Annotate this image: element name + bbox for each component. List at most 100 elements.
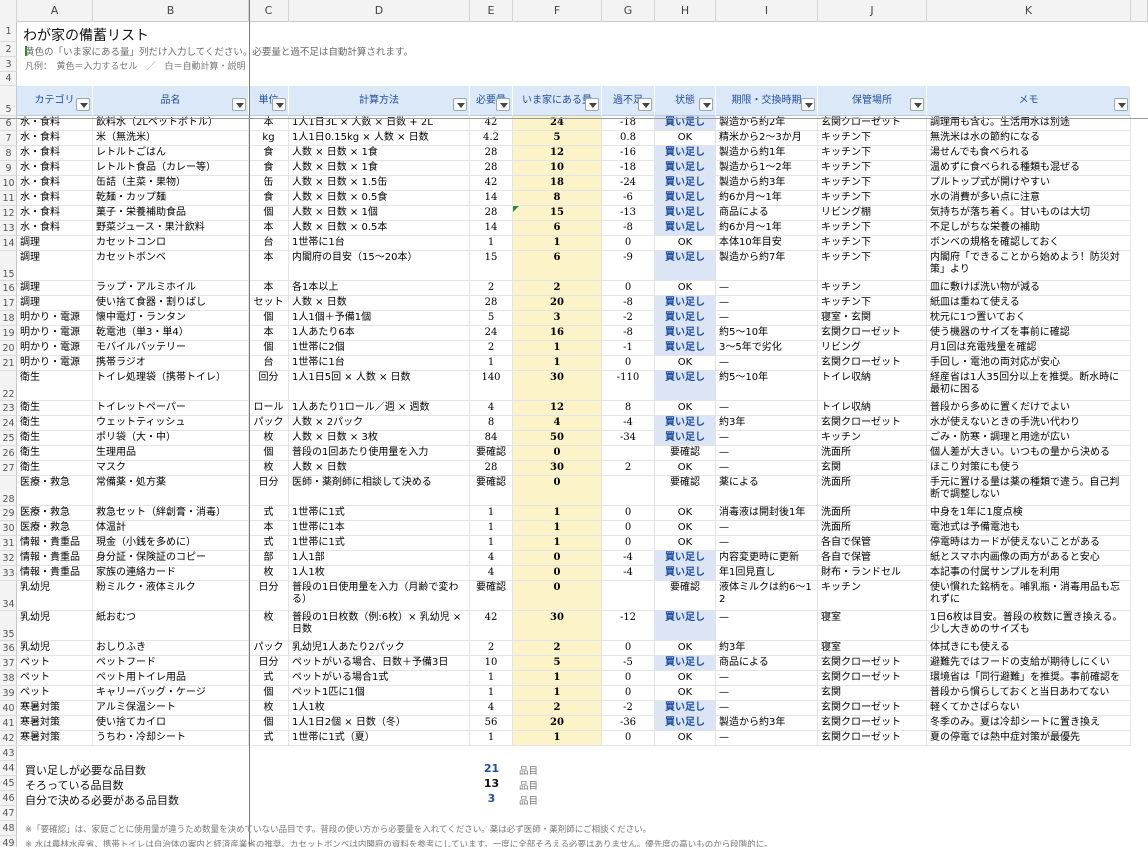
- cell-unit[interactable]: 日分: [249, 476, 289, 506]
- cell-have[interactable]: 5: [513, 131, 602, 146]
- cell-place[interactable]: キッチン下: [818, 221, 927, 236]
- cell-need[interactable]: 1: [470, 686, 513, 701]
- column-header-I[interactable]: I: [716, 0, 818, 22]
- cell-item[interactable]: 携帯ラジオ: [93, 356, 249, 371]
- column-header-E[interactable]: E: [470, 0, 513, 22]
- cell-diff[interactable]: -5: [602, 656, 655, 671]
- row-header-16[interactable]: 16: [0, 281, 17, 296]
- cell-item[interactable]: 米（無洗米）: [93, 131, 249, 146]
- cell-memo[interactable]: 枕元に1つ置いておく: [927, 311, 1131, 326]
- header-cell-10[interactable]: 保管場所: [818, 86, 927, 116]
- cell-limit[interactable]: —: [716, 731, 818, 746]
- cell-cat[interactable]: 水・食料: [17, 161, 93, 176]
- row-header-9[interactable]: 9: [0, 161, 17, 176]
- column-header-K[interactable]: K: [927, 0, 1131, 22]
- row-header-48[interactable]: 48: [0, 821, 17, 836]
- cell-need[interactable]: 28: [470, 296, 513, 311]
- cell-unit[interactable]: 本: [249, 251, 289, 281]
- cell-limit[interactable]: —: [716, 311, 818, 326]
- row-header-7[interactable]: 7: [0, 131, 17, 146]
- cell-cat[interactable]: ペット: [17, 671, 93, 686]
- cell-place[interactable]: 玄関: [818, 461, 927, 476]
- cell-diff[interactable]: 0: [602, 356, 655, 371]
- cell-have[interactable]: 50: [513, 431, 602, 446]
- cell-memo[interactable]: 手元に置ける量は薬の種類で違う。自己判断で調整しない: [927, 476, 1131, 506]
- cell-memo[interactable]: 冬季のみ。夏は冷却シートに置き換え: [927, 716, 1131, 731]
- cell-unit[interactable]: 日分: [249, 581, 289, 611]
- cell-need[interactable]: 1: [470, 356, 513, 371]
- cell-memo[interactable]: 中身を1年に1度点検: [927, 506, 1131, 521]
- cell-need[interactable]: 1: [470, 236, 513, 251]
- cell-diff[interactable]: 0: [602, 521, 655, 536]
- cell-item[interactable]: 缶詰（主菜・果物）: [93, 176, 249, 191]
- row-header-41[interactable]: 41: [0, 716, 17, 731]
- cell-place[interactable]: トイレ収納: [818, 371, 927, 401]
- cell-cat[interactable]: 情報・貴重品: [17, 566, 93, 581]
- cell-item[interactable]: 菓子・栄養補助食品: [93, 206, 249, 221]
- cell-place[interactable]: 洗面所: [818, 446, 927, 461]
- cell-calc[interactable]: 1世帯に1本: [289, 521, 470, 536]
- cell-limit[interactable]: 精米から2〜3か月: [716, 131, 818, 146]
- cell-limit[interactable]: 製造から約7年: [716, 251, 818, 281]
- cell-need[interactable]: 1: [470, 506, 513, 521]
- cell-item[interactable]: マスク: [93, 461, 249, 476]
- cell-limit[interactable]: —: [716, 281, 818, 296]
- cell-have[interactable]: 8: [513, 191, 602, 206]
- cell-cat[interactable]: 調理: [17, 281, 93, 296]
- cell-have[interactable]: 12: [513, 146, 602, 161]
- row-header-44[interactable]: 44: [0, 761, 17, 776]
- cell-calc[interactable]: 乳幼児1人あたり2パック: [289, 641, 470, 656]
- cell-have[interactable]: 2: [513, 281, 602, 296]
- cell-need[interactable]: 42: [470, 611, 513, 641]
- summary-value[interactable]: 13: [470, 777, 513, 790]
- row-header-5[interactable]: 5: [0, 86, 17, 116]
- cell-cat[interactable]: 情報・貴重品: [17, 551, 93, 566]
- cell-limit[interactable]: 本体10年目安: [716, 236, 818, 251]
- cell-status[interactable]: OK: [655, 461, 716, 476]
- cell-place[interactable]: 各自で保管: [818, 536, 927, 551]
- cell-diff[interactable]: [602, 476, 655, 506]
- cell-have[interactable]: 12: [513, 401, 602, 416]
- cell-status[interactable]: 買い足し: [655, 191, 716, 206]
- cell-have[interactable]: 30: [513, 611, 602, 641]
- cell-calc[interactable]: 人数 × 日数: [289, 296, 470, 311]
- cell-diff[interactable]: -4: [602, 551, 655, 566]
- cell-calc[interactable]: 1世帯に1式（夏）: [289, 731, 470, 746]
- cell-status[interactable]: 買い足し: [655, 206, 716, 221]
- cell-diff[interactable]: [602, 446, 655, 461]
- row-header-49[interactable]: 49: [0, 836, 17, 847]
- cell-item[interactable]: トイレ処理袋（携帯トイレ）: [93, 371, 249, 401]
- cell-place[interactable]: キッチン下: [818, 251, 927, 281]
- cell-have[interactable]: 0: [513, 446, 602, 461]
- cell-have[interactable]: 0: [513, 581, 602, 611]
- row-header-40[interactable]: 40: [0, 701, 17, 716]
- cell-place[interactable]: キッチン下: [818, 176, 927, 191]
- cell-status[interactable]: OK: [655, 641, 716, 656]
- cell-calc[interactable]: 1世帯に1式: [289, 536, 470, 551]
- cell-calc[interactable]: 1人1部: [289, 551, 470, 566]
- cell-diff[interactable]: -110: [602, 371, 655, 401]
- cell-memo[interactable]: ごみ・防寒・調理と用途が広い: [927, 431, 1131, 446]
- row-header-31[interactable]: 31: [0, 536, 17, 551]
- cell-limit[interactable]: 製造から約3年: [716, 716, 818, 731]
- cell-limit[interactable]: 約6か月〜1年: [716, 221, 818, 236]
- row-header-38[interactable]: 38: [0, 671, 17, 686]
- cell-place[interactable]: 玄関クローゼット: [818, 656, 927, 671]
- summary-value[interactable]: 3: [470, 792, 513, 805]
- filter-dropdown-icon[interactable]: [638, 98, 652, 111]
- cell-place[interactable]: トイレ収納: [818, 401, 927, 416]
- cell-cat[interactable]: 寒暑対策: [17, 701, 93, 716]
- cell-cat[interactable]: 乳幼児: [17, 611, 93, 641]
- cell-limit[interactable]: 内容変更時に更新: [716, 551, 818, 566]
- cell-memo[interactable]: 無洗米は水の節約になる: [927, 131, 1131, 146]
- cell-need[interactable]: 4: [470, 701, 513, 716]
- cell-status[interactable]: 買い足し: [655, 341, 716, 356]
- row-header-23[interactable]: 23: [0, 401, 17, 416]
- cell-cat[interactable]: 医療・救急: [17, 521, 93, 536]
- cell-have[interactable]: 18: [513, 176, 602, 191]
- cell-status[interactable]: OK: [655, 131, 716, 146]
- row-header-39[interactable]: 39: [0, 686, 17, 701]
- cell-unit[interactable]: パック: [249, 416, 289, 431]
- cell-limit[interactable]: 約5〜10年: [716, 326, 818, 341]
- cell-memo[interactable]: 紙皿は重ねて使える: [927, 296, 1131, 311]
